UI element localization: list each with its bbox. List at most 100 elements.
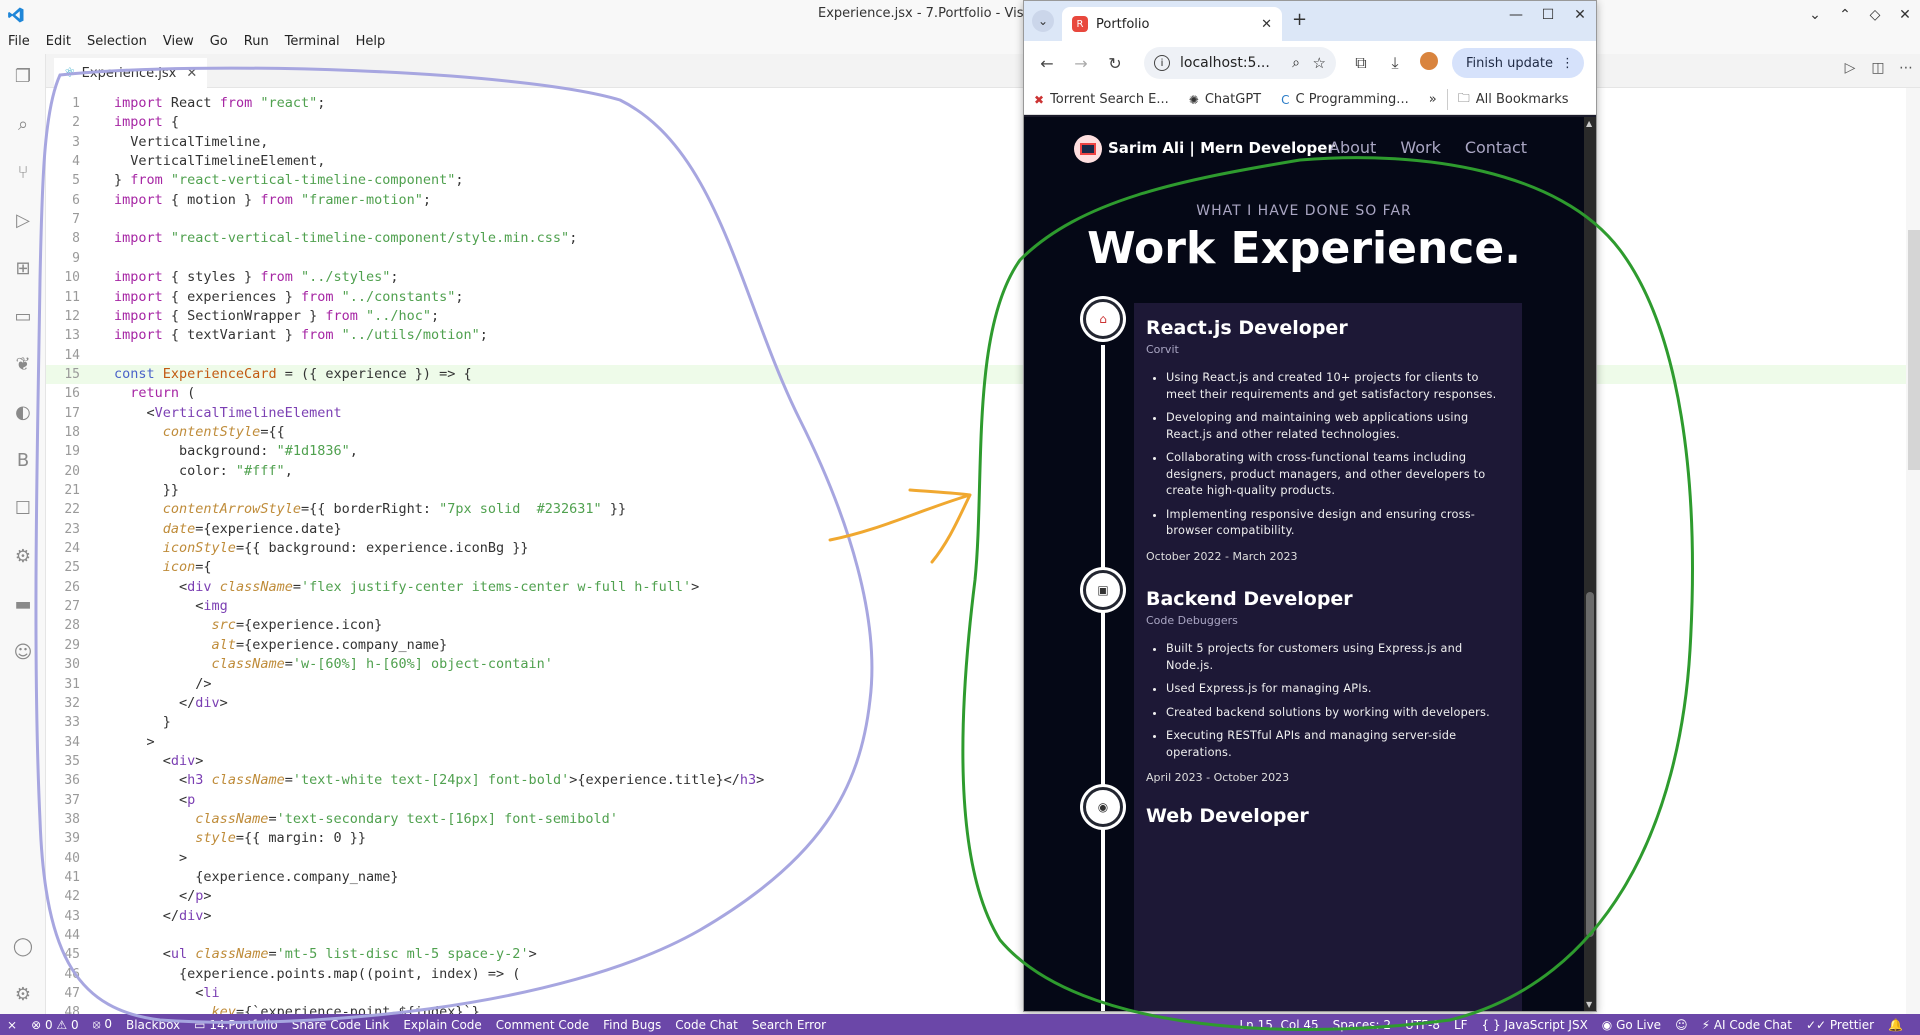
code-line[interactable]: 45 <ul className='mt-5 list-disc ml-5 sp… — [46, 945, 1920, 964]
reload-icon[interactable]: ↻ — [1098, 54, 1132, 73]
code-line[interactable]: 35 <div> — [46, 752, 1920, 771]
code-line[interactable]: 14 — [46, 346, 1920, 365]
code-line[interactable]: 24 iconStyle={{ background: experience.i… — [46, 539, 1920, 558]
new-tab-button[interactable]: + — [1292, 9, 1307, 30]
ai-code-chat[interactable]: ⚡ AI Code Chat — [1695, 1018, 1799, 1032]
menu-terminal[interactable]: Terminal — [277, 34, 348, 49]
code-line[interactable]: 46 {experience.points.map((point, index)… — [46, 965, 1920, 984]
code-line[interactable]: 40 > — [46, 849, 1920, 868]
run-icon[interactable]: ▷ — [1836, 60, 1864, 76]
close-tab-icon[interactable]: ✕ — [1261, 17, 1272, 32]
code-line[interactable]: 29 alt={experience.company_name} — [46, 636, 1920, 655]
code-line[interactable]: 12 import { SectionWrapper } from "../hoc… — [46, 307, 1920, 326]
mongodb-leaf-icon[interactable]: ❦ — [11, 352, 35, 376]
code-line[interactable]: 30 className='w-[60%] h-[60%] object-con… — [46, 655, 1920, 674]
close-tab-icon[interactable]: ✕ — [186, 66, 197, 81]
code-line[interactable]: 9 — [46, 249, 1920, 268]
scroll-down-icon[interactable]: ▼ — [1586, 1000, 1592, 1009]
remote-indicator-icon[interactable]: ⨯ — [0, 1018, 24, 1032]
go-live[interactable]: ◉ Go Live — [1595, 1018, 1668, 1032]
code-line[interactable]: 3 VerticalTimeline, — [46, 133, 1920, 152]
code-line[interactable]: 39 style={{ margin: 0 }} — [46, 829, 1920, 848]
encoding[interactable]: UTF-8 — [1398, 1018, 1447, 1032]
code-line[interactable]: 16 return ( — [46, 384, 1920, 403]
bookmark-torrent[interactable]: ✖ Torrent Search E... — [1024, 92, 1179, 107]
zoom-icon[interactable]: ⌕ — [1292, 55, 1300, 71]
folder-icon[interactable]: ▭ — [11, 304, 35, 328]
forward-icon[interactable]: → — [1064, 54, 1098, 73]
code-line[interactable]: 5} from "react-vertical-timeline-compone… — [46, 171, 1920, 190]
code-line[interactable]: 15 const ExperienceCard = ({ experience }… — [46, 364, 1920, 384]
search-icon[interactable]: ⌕ — [11, 112, 35, 136]
code-line[interactable]: 13 import { textVariant } from "../utils/… — [46, 326, 1920, 345]
code-line[interactable]: 26 <div className='flex justify-center i… — [46, 578, 1920, 597]
robot-icon[interactable]: ⚙ — [11, 544, 35, 568]
bookmarks-overflow-icon[interactable]: » — [1419, 92, 1447, 107]
code-line[interactable]: 18 contentStyle={{ — [46, 423, 1920, 442]
cursor-position[interactable]: Ln 15, Col 45 — [1233, 1018, 1326, 1032]
chat-icon[interactable]: ☐ — [11, 496, 35, 520]
code-line[interactable]: 2 import { — [46, 113, 1920, 132]
explain-code[interactable]: Explain Code — [396, 1018, 488, 1032]
back-icon[interactable]: ← — [1030, 54, 1064, 73]
code-line[interactable]: 31 /> — [46, 675, 1920, 694]
code-line[interactable]: 34 > — [46, 733, 1920, 752]
code-line[interactable]: 22 contentArrowStyle={{ borderRight: "7p… — [46, 500, 1920, 519]
extensions-icon[interactable]: ⊞ — [11, 256, 35, 280]
run-debug-icon[interactable]: ▷ — [11, 208, 35, 232]
line-ending[interactable]: LF — [1447, 1018, 1475, 1032]
code-line[interactable]: 8 import "react-vertical-timeline-compone… — [46, 229, 1920, 248]
remote-icon[interactable]: ◐ — [11, 400, 35, 424]
site-info-icon[interactable]: i — [1154, 55, 1170, 71]
browser-tab-portfolio[interactable]: R Portfolio ✕ — [1062, 7, 1282, 41]
language-mode[interactable]: { } JavaScript JSX — [1475, 1018, 1595, 1032]
code-line[interactable]: 28 src={experience.icon} — [46, 616, 1920, 635]
code-area[interactable]: 1 import React from "react"; 2 import {3 Ve… — [46, 88, 1920, 1035]
copilot-status-icon[interactable]: ☺ — [1668, 1018, 1695, 1032]
tab-search-icon[interactable]: ⌄ — [1032, 10, 1054, 32]
nav-contact[interactable]: Contact — [1465, 138, 1527, 157]
code-line[interactable]: 42 </p> — [46, 887, 1920, 906]
code-line[interactable]: 17 <VerticalTimelineElement — [46, 404, 1920, 423]
bookmark-star-icon[interactable]: ☆ — [1313, 54, 1326, 72]
code-chat[interactable]: Code Chat — [668, 1018, 745, 1032]
code-line[interactable]: 36 <h3 className='text-white text-[24px]… — [46, 771, 1920, 790]
code-line[interactable]: 27 <img — [46, 597, 1920, 616]
code-line[interactable]: 37 <p — [46, 791, 1920, 810]
editor-scroll-thumb[interactable] — [1908, 230, 1920, 470]
page-scroll-thumb[interactable] — [1586, 592, 1594, 937]
all-bookmarks[interactable]: 🗀 All Bookmarks — [1446, 89, 1579, 110]
code-line[interactable]: 10 import { styles } from "../styles"; — [46, 268, 1920, 287]
tab-experience-jsx[interactable]: ⚛ Experience.jsx ✕ — [54, 58, 208, 88]
comment-code[interactable]: Comment Code — [489, 1018, 596, 1032]
code-line[interactable]: 19 background: "#1d1836", — [46, 442, 1920, 461]
manage-gear-icon[interactable]: ⚙ — [11, 982, 35, 1006]
code-line[interactable]: 43 </div> — [46, 907, 1920, 926]
nav-work[interactable]: Work — [1400, 138, 1441, 157]
chevron-down-icon[interactable]: ⌄ — [1800, 7, 1830, 23]
code-line[interactable]: 20 color: "#fff", — [46, 462, 1920, 481]
code-line[interactable]: 11 import { experiences } from "../consta… — [46, 288, 1920, 307]
menu-view[interactable]: View — [155, 34, 202, 49]
code-line[interactable]: 47 <li — [46, 984, 1920, 1003]
account-icon[interactable]: ◯ — [11, 934, 35, 958]
split-editor-icon[interactable]: ◫ — [1864, 60, 1892, 76]
problems-status[interactable]: ⊗ 0 ⚠ 0 — [24, 1018, 86, 1032]
code-line[interactable]: 6 import { motion } from "framer-motion"; — [46, 191, 1920, 210]
download-icon[interactable]: ⤓ — [1378, 53, 1412, 73]
code-line[interactable]: 41 {experience.company_name} — [46, 868, 1920, 887]
minimize-icon[interactable]: — — [1500, 7, 1532, 23]
menu-go[interactable]: Go — [202, 34, 236, 49]
more-actions-icon[interactable]: ⋯ — [1892, 60, 1920, 76]
search-error[interactable]: Search Error — [745, 1018, 833, 1032]
code-line[interactable]: 33 } — [46, 713, 1920, 732]
bookmark-chatgpt[interactable]: ✺ ChatGPT — [1179, 92, 1271, 107]
address-bar[interactable]: i localhost:5... ⌕ ☆ — [1144, 47, 1336, 79]
close-window-icon[interactable]: ✕ — [1564, 7, 1596, 23]
code-line[interactable]: 38 className='text-secondary text-[16px]… — [46, 810, 1920, 829]
site-name[interactable]: Sarim Ali | Mern Developer — [1108, 139, 1335, 157]
page-scrollbar[interactable]: ▲ ▼ — [1584, 117, 1596, 1011]
finish-update-button[interactable]: Finish update ⋮ — [1452, 48, 1584, 78]
nav-about[interactable]: About — [1329, 138, 1376, 157]
chevron-up-icon[interactable]: ⌃ — [1830, 7, 1860, 23]
